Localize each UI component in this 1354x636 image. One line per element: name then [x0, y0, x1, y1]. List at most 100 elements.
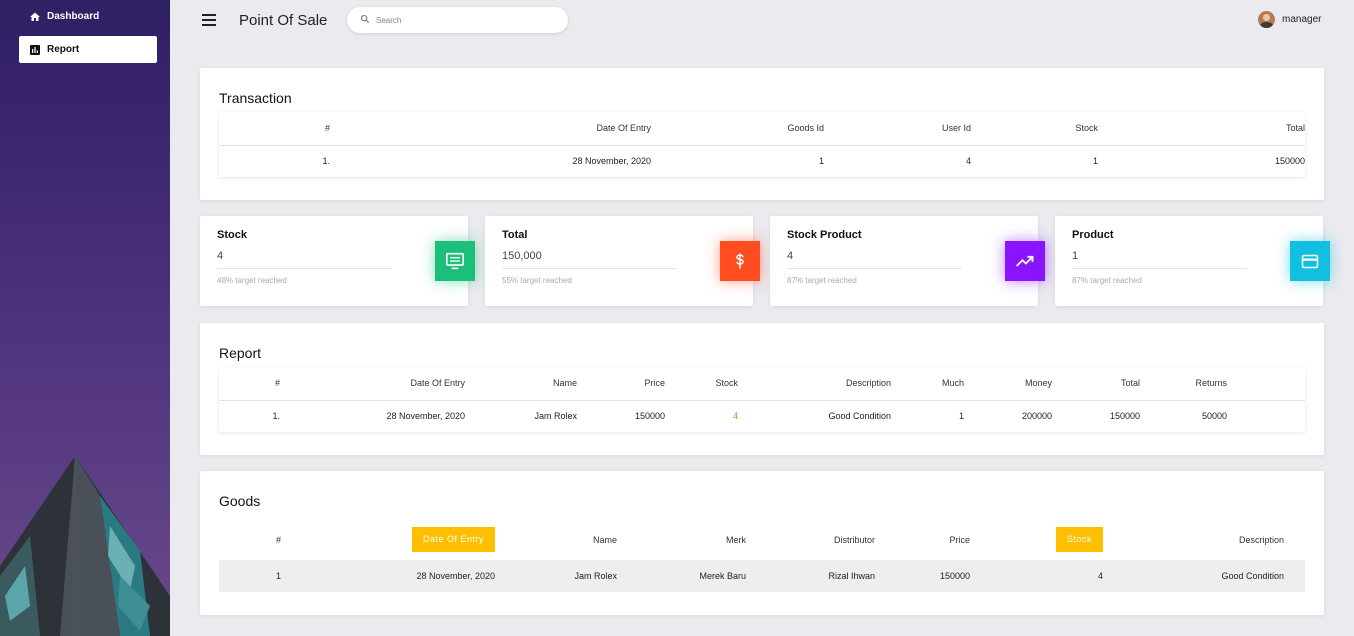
table-cell — [1284, 560, 1305, 592]
report-title: Report — [219, 345, 262, 361]
stat-card-total: Total 150,000 55% target reached — [485, 216, 760, 306]
goods-card: Goods # Date Of Entry Name Merk Distribu… — [200, 471, 1324, 615]
table-cell: 4 — [1097, 571, 1103, 581]
stat-card-product: Product 1 87% target reached — [1055, 216, 1330, 306]
table-cell: 1 — [958, 411, 964, 422]
table-row: 1 28 November, 2020 Jam Rolex Merek Baru… — [219, 560, 1305, 592]
stat-label: Product — [1072, 229, 1114, 241]
table-row: 1. 28 November, 2020 1 4 1 150000 — [219, 145, 1305, 177]
stat-value: 150,000 — [502, 250, 542, 262]
stat-note: 55% target reached — [502, 276, 572, 285]
table-cell: Rizal Ihwan — [828, 571, 875, 581]
column-header-cell: Stock — [970, 519, 1103, 560]
column-header: Much — [891, 367, 964, 401]
column-header: Total — [1052, 367, 1140, 401]
transaction-card: Transaction # Date Of Entry Goods Id Use… — [200, 68, 1324, 200]
menu-icon[interactable] — [202, 14, 216, 26]
column-header: Stock — [971, 112, 1098, 146]
sidebar-item-report[interactable]: Report — [19, 36, 157, 63]
divider — [217, 268, 392, 269]
credit-card-icon — [1290, 241, 1330, 281]
stat-note: 87% target reached — [787, 276, 857, 285]
search-bar[interactable] — [347, 7, 568, 33]
table-cell: 1. — [322, 156, 330, 167]
column-header: # — [219, 112, 330, 146]
user-name: manager — [1282, 14, 1322, 25]
table-cell: 28 November, 2020 — [386, 411, 465, 422]
column-header: Goods Id — [651, 112, 824, 146]
column-header: # — [219, 367, 280, 401]
column-header-spacer — [1284, 519, 1305, 560]
column-header: Price — [949, 534, 970, 545]
table-cell: 4 — [732, 411, 738, 422]
table-cell: 1 — [818, 156, 824, 167]
column-header-cell: Date Of Entry — [281, 519, 495, 560]
sidebar-item-label: Dashboard — [47, 11, 100, 22]
table-header-row: # Date Of Entry Goods Id User Id Stock T… — [219, 112, 1305, 146]
column-header: Description — [738, 367, 891, 401]
column-header-stock-badge[interactable]: Stock — [1055, 527, 1103, 552]
dollar-icon — [720, 241, 760, 281]
divider — [502, 268, 677, 269]
building-image — [0, 456, 170, 636]
table-cell: Jam Rolex — [574, 571, 617, 581]
column-header: Name — [465, 367, 577, 401]
app-title: Point Of Sale — [239, 12, 328, 29]
stat-note: 87% target reached — [1072, 276, 1142, 285]
stat-value: 4 — [217, 250, 224, 262]
goods-table: # Date Of Entry Name Merk Distributor Pr… — [219, 519, 1305, 592]
divider — [787, 268, 962, 269]
table-cell: 200000 — [1021, 411, 1052, 422]
table-cell: 50000 — [1201, 411, 1227, 422]
avatar — [1258, 11, 1275, 28]
table-header-row: # Date Of Entry Name Price Stock Descrip… — [219, 367, 1305, 401]
table-cell: Good Condition — [828, 411, 891, 422]
sidebar-item-label: Report — [47, 44, 80, 55]
stat-label: Stock — [217, 229, 247, 241]
search-icon — [360, 11, 370, 29]
user-menu[interactable]: manager — [1258, 11, 1321, 28]
column-header-date-badge[interactable]: Date Of Entry — [411, 527, 495, 552]
sidebar-item-dashboard[interactable]: Dashboard — [19, 3, 157, 30]
column-header: Money — [964, 367, 1052, 401]
home-icon — [29, 11, 41, 23]
table-cell: 150000 — [939, 571, 970, 581]
report-table: # Date Of Entry Name Price Stock Descrip… — [219, 367, 1305, 432]
table-cell: Jam Rolex — [534, 411, 577, 422]
column-header: # — [275, 534, 281, 545]
transaction-table: # Date Of Entry Goods Id User Id Stock T… — [219, 112, 1305, 177]
stat-label: Stock Product — [787, 229, 862, 241]
table-cell: 28 November, 2020 — [572, 156, 651, 167]
column-header: Merk — [726, 534, 746, 545]
column-header: Description — [1238, 534, 1284, 545]
table-cell — [1227, 400, 1305, 432]
column-header: User Id — [824, 112, 971, 146]
monitor-icon — [435, 241, 475, 281]
table-cell: Merek Baru — [699, 571, 746, 581]
table-cell: Good Condition — [1221, 571, 1284, 581]
column-header: Total — [1098, 112, 1305, 146]
divider — [1072, 268, 1247, 269]
stat-value: 4 — [787, 250, 794, 262]
stat-card-stock-product: Stock Product 4 87% target reached — [770, 216, 1045, 306]
report-card: Report # Date Of Entry Name Price Stock … — [200, 323, 1324, 455]
table-cell: 150000 — [634, 411, 665, 422]
table-row: 1. 28 November, 2020 Jam Rolex 150000 4 … — [219, 400, 1305, 432]
table-cell: 4 — [965, 156, 971, 167]
column-header — [1227, 367, 1305, 401]
column-header: Distributor — [833, 534, 875, 545]
goods-title: Goods — [219, 493, 261, 509]
table-cell: 28 November, 2020 — [416, 571, 495, 581]
column-header: Returns — [1140, 367, 1227, 401]
column-header: Price — [577, 367, 665, 401]
table-cell: 150000 — [1274, 156, 1305, 167]
column-header: Name — [592, 534, 617, 545]
table-cell: 150000 — [1109, 411, 1140, 422]
transaction-title: Transaction — [219, 90, 292, 106]
search-input[interactable] — [376, 15, 546, 25]
table-cell: 1. — [272, 411, 280, 422]
stat-card-stock: Stock 4 48% target reached — [200, 216, 475, 306]
column-header: Date Of Entry — [330, 112, 651, 146]
sidebar: Dashboard Report — [0, 0, 170, 636]
table-cell: 1 — [1092, 156, 1098, 167]
